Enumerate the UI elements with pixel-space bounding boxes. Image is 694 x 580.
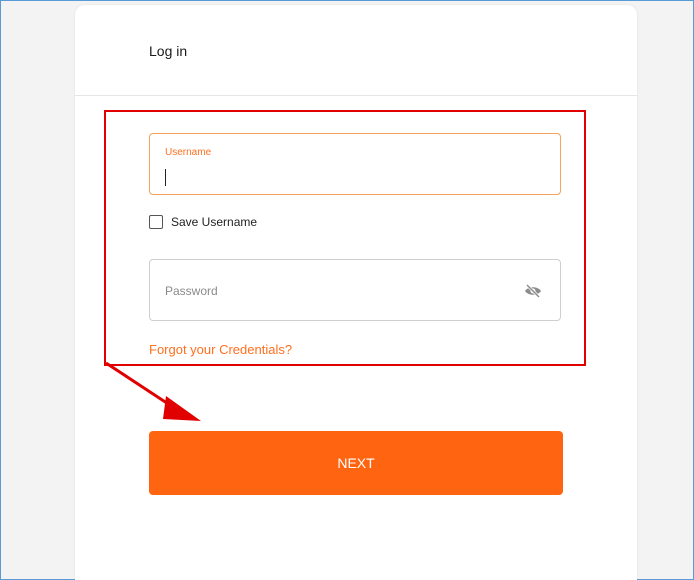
page-title: Log in	[149, 43, 188, 59]
next-button[interactable]: NEXT	[149, 431, 563, 495]
card-header: Log in	[75, 5, 637, 96]
annotation-arrow-icon	[105, 361, 201, 421]
annotation-highlight-box	[104, 110, 586, 366]
